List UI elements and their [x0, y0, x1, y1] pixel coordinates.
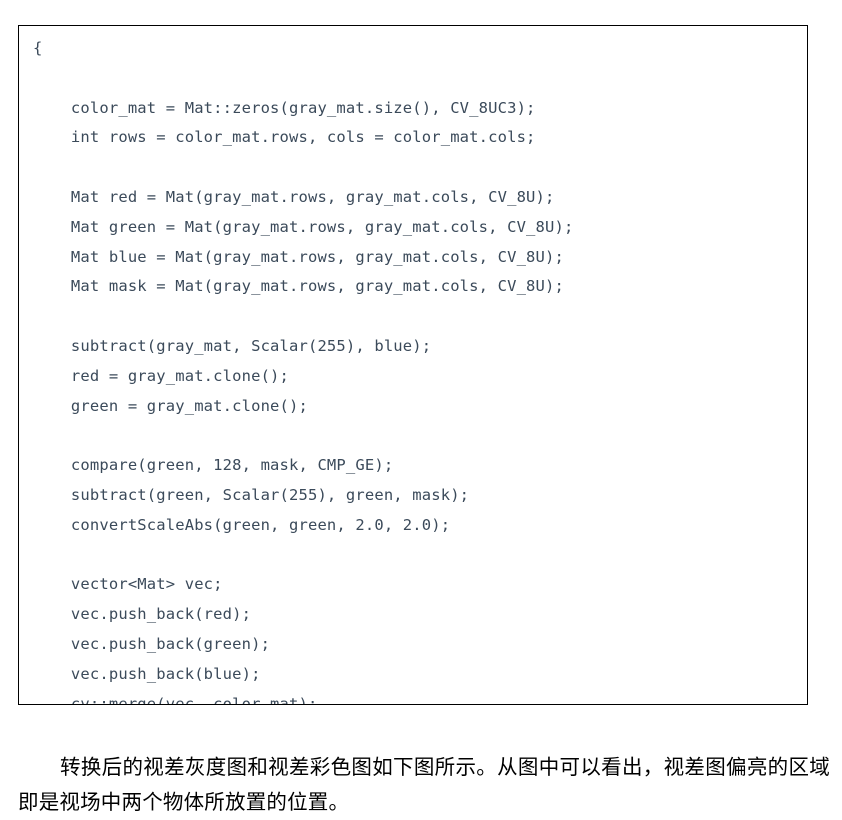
- code-line: color_mat = Mat::zeros(gray_mat.size(), …: [33, 98, 536, 117]
- code-line: Mat mask = Mat(gray_mat.rows, gray_mat.c…: [33, 277, 564, 296]
- code-line: compare(green, 128, mask, CMP_GE);: [33, 456, 394, 475]
- body-paragraph: 转换后的视差灰度图和视差彩色图如下图所示。从图中可以看出，视差图偏亮的区域即是视…: [18, 754, 830, 814]
- code-listing: { color_mat = Mat::zeros(gray_mat.size()…: [19, 34, 807, 705]
- code-line: int rows = color_mat.rows, cols = color_…: [33, 128, 536, 147]
- code-line: subtract(gray_mat, Scalar(255), blue);: [33, 336, 432, 355]
- code-line: Mat blue = Mat(gray_mat.rows, gray_mat.c…: [33, 247, 564, 266]
- code-line: vec.push_back(green);: [33, 634, 271, 653]
- code-line: Mat red = Mat(gray_mat.rows, gray_mat.co…: [33, 187, 555, 206]
- code-line: vec.push_back(blue);: [33, 664, 261, 683]
- code-line: vec.push_back(red);: [33, 605, 252, 624]
- code-line: convertScaleAbs(green, green, 2.0, 2.0);: [33, 515, 451, 534]
- code-line: cv::merge(vec, color_mat);: [33, 694, 318, 705]
- code-line: green = gray_mat.clone();: [33, 396, 308, 415]
- code-line: Mat green = Mat(gray_mat.rows, gray_mat.…: [33, 217, 574, 236]
- code-block: { color_mat = Mat::zeros(gray_mat.size()…: [18, 25, 808, 705]
- code-line: subtract(green, Scalar(255), green, mask…: [33, 485, 470, 504]
- code-line: vector<Mat> vec;: [33, 575, 223, 594]
- code-line: red = gray_mat.clone();: [33, 366, 290, 385]
- code-line: {: [33, 39, 43, 57]
